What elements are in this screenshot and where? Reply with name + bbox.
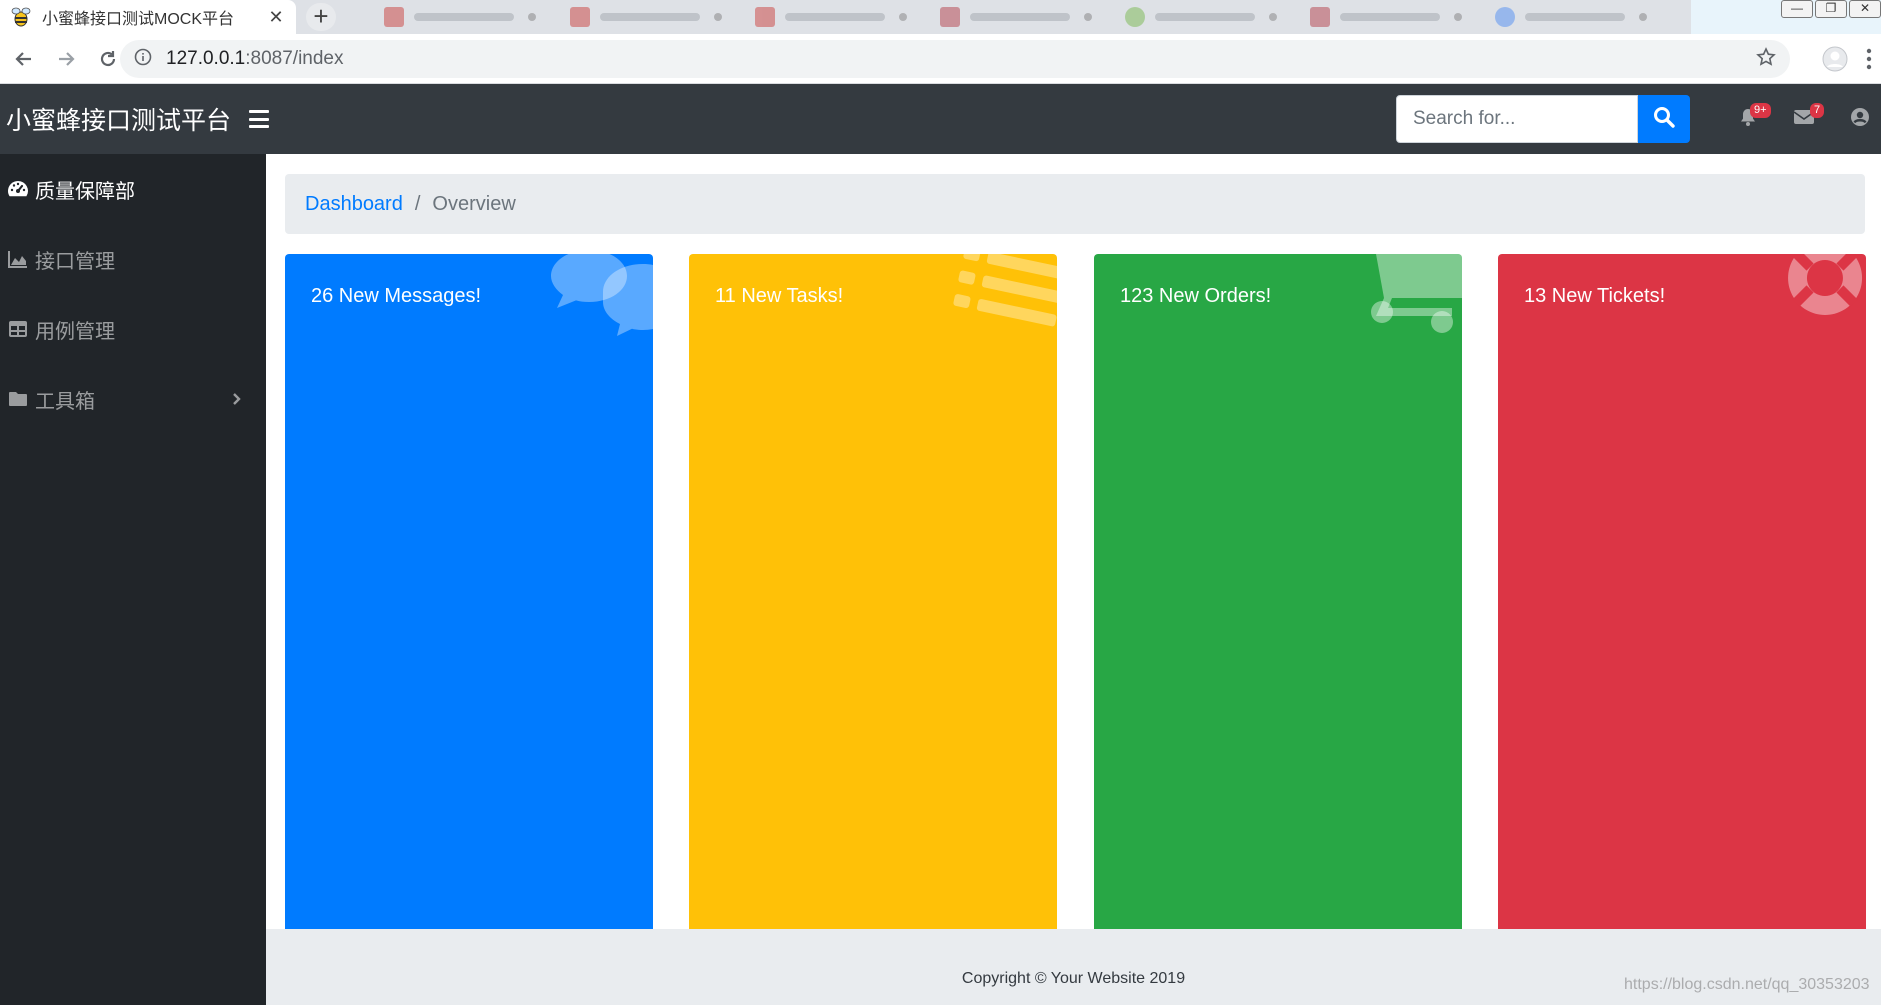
search-icon: [1653, 106, 1675, 133]
navbar-search: [1396, 95, 1690, 143]
tasks-card[interactable]: 11 New Tasks!: [689, 254, 1057, 929]
bee-favicon-icon: [10, 6, 32, 28]
tickets-card-text: 13 New Tickets!: [1524, 285, 1666, 307]
sidebar-item-label: 质量保障部: [35, 178, 135, 203]
background-tab[interactable]: [1485, 0, 1663, 34]
forward-arrow-icon[interactable]: [48, 41, 84, 77]
profile-avatar-icon[interactable]: [1822, 46, 1848, 72]
minimize-icon[interactable]: —: [1781, 0, 1813, 18]
close-window-icon[interactable]: ✕: [1849, 0, 1881, 18]
page-favicon-icon: [1310, 7, 1330, 27]
tachometer-icon: [7, 178, 29, 200]
area-chart-icon: [7, 248, 29, 270]
main-content: Dashboard / Overview 26 New Messages! 11…: [266, 154, 1881, 929]
url-text: 127.0.0.1:8087/index: [166, 48, 344, 70]
tickets-card[interactable]: 13 New Tickets!: [1498, 254, 1866, 929]
breadcrumb: Dashboard / Overview: [285, 174, 1865, 234]
background-tab[interactable]: [745, 0, 923, 34]
csdn-favicon-icon: [384, 7, 404, 27]
table-icon: [7, 318, 29, 340]
app-navbar: 小蜜蜂接口测试平台 9+ 7: [0, 84, 1881, 154]
messages-card-text: 26 New Messages!: [311, 285, 482, 307]
bookmark-star-icon[interactable]: [1756, 46, 1776, 72]
page-favicon-icon: [940, 7, 960, 27]
search-button[interactable]: [1638, 95, 1690, 143]
shopping-cart-icon: [1366, 254, 1462, 341]
csdn-favicon-icon: [755, 7, 775, 27]
comments-icon: [547, 254, 653, 341]
new-tab-button[interactable]: +: [306, 3, 336, 31]
background-tab[interactable]: [560, 0, 738, 34]
back-arrow-icon[interactable]: [6, 41, 42, 77]
search-input[interactable]: [1396, 95, 1638, 143]
csdn-favicon-icon: [570, 7, 590, 27]
life-ring-icon: [1770, 254, 1866, 341]
orders-card-text: 123 New Orders!: [1120, 285, 1272, 307]
watermark-text: https://blog.csdn.net/qq_30353203: [1624, 976, 1870, 993]
alerts-badge: 9+: [1750, 103, 1771, 118]
url-host: 127.0.0.1: [166, 48, 246, 69]
sidebar-item-toolbox[interactable]: 工具箱: [0, 364, 266, 434]
browser-tab-title: 小蜜蜂接口测试MOCK平台: [42, 11, 235, 28]
breadcrumb-current: Overview: [432, 192, 516, 215]
breadcrumb-separator: /: [414, 192, 421, 215]
user-circle-icon: [1850, 107, 1870, 132]
folder-icon: [7, 388, 29, 410]
alerts-button[interactable]: 9+: [1720, 99, 1776, 139]
window-controls: — ❐ ✕: [1691, 0, 1881, 34]
google-favicon-icon: [1495, 7, 1515, 27]
sidebar-toggle-icon[interactable]: [249, 110, 270, 128]
messages-card[interactable]: 26 New Messages!: [285, 254, 653, 929]
messages-badge: 7: [1810, 103, 1825, 118]
browser-toolbar: 127.0.0.1:8087/index: [0, 34, 1881, 84]
tasks-card-text: 11 New Tasks!: [715, 285, 844, 307]
info-icon[interactable]: [134, 48, 152, 71]
sidebar: 质量保障部 接口管理 用例管理 工具箱: [0, 154, 266, 1005]
sidebar-item-quality[interactable]: 质量保障部: [0, 154, 266, 224]
restore-icon[interactable]: ❐: [1815, 0, 1847, 18]
messages-button[interactable]: 7: [1776, 99, 1832, 139]
sidebar-item-label: 工具箱: [35, 388, 95, 413]
sidebar-item-label: 用例管理: [35, 318, 115, 343]
leaf-favicon-icon: [1125, 7, 1145, 27]
tab-close-icon[interactable]: ✕: [266, 7, 286, 28]
background-tab[interactable]: [930, 0, 1108, 34]
url-path: :8087/index: [245, 48, 344, 69]
browser-tab-active[interactable]: 小蜜蜂接口测试MOCK平台 ✕: [0, 0, 296, 34]
list-icon: [951, 254, 1057, 341]
sidebar-item-cases[interactable]: 用例管理: [0, 294, 266, 364]
address-bar[interactable]: 127.0.0.1:8087/index: [120, 40, 1790, 78]
background-tab[interactable]: [374, 0, 552, 34]
background-tab[interactable]: [1300, 0, 1478, 34]
navbar-icons: 9+ 7: [1720, 84, 1881, 154]
browser-tab-strip: 小蜜蜂接口测试MOCK平台 ✕ + — ❐ ✕: [0, 0, 1881, 34]
background-tab[interactable]: [1115, 0, 1293, 34]
sidebar-item-label: 接口管理: [35, 248, 115, 273]
orders-card[interactable]: 123 New Orders!: [1094, 254, 1462, 929]
user-menu-button[interactable]: [1832, 99, 1881, 139]
chevron-right-icon: [232, 387, 242, 411]
breadcrumb-dashboard-link[interactable]: Dashboard: [305, 193, 403, 216]
brand-title[interactable]: 小蜜蜂接口测试平台: [6, 101, 231, 137]
sidebar-item-interfaces[interactable]: 接口管理: [0, 224, 266, 294]
browser-menu-icon[interactable]: [1866, 48, 1872, 70]
